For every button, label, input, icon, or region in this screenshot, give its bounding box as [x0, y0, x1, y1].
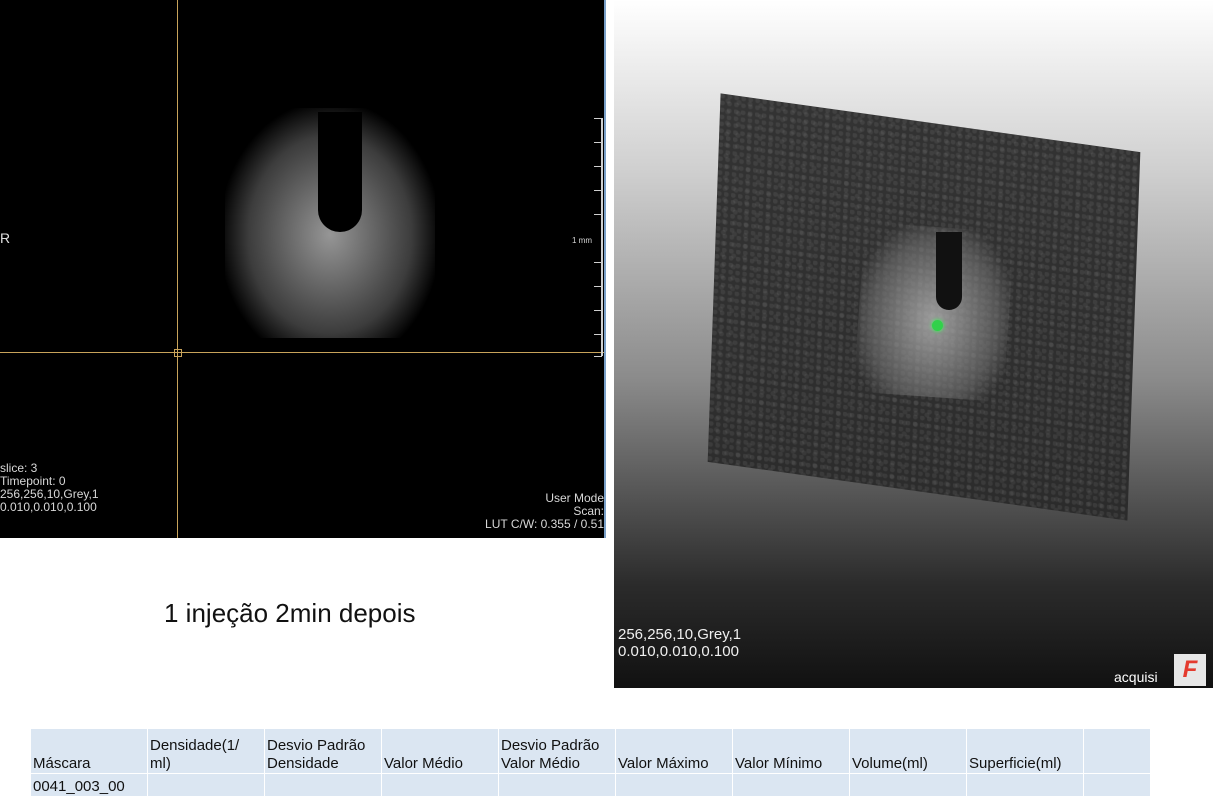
table-header-row: Máscara Densidade(1/ ml) Desvio Padrão D…	[30, 728, 1151, 774]
tissue-cavity-3d	[936, 232, 962, 310]
table-cell: 0041_003_00	[30, 773, 148, 797]
figure-caption: 1 injeção 2min depois	[164, 598, 416, 628]
scale-tick	[594, 190, 602, 191]
column-header: Máscara	[30, 728, 148, 774]
column-header: Desvio Padrão Densidade	[264, 728, 382, 774]
viewer-border	[604, 0, 610, 538]
orientation-label: R	[0, 230, 11, 246]
app-logo-icon: F	[1174, 654, 1206, 686]
table-cell	[966, 773, 1084, 797]
scale-tick	[594, 118, 602, 119]
table-cell	[1083, 773, 1151, 797]
column-header: Valor Médio	[381, 728, 499, 774]
scale-tick	[594, 310, 602, 311]
column-header	[1083, 728, 1151, 774]
voxel-spacing: 0.010,0.010,0.100	[0, 500, 97, 514]
table-cell	[732, 773, 850, 797]
marker-point[interactable]	[932, 320, 943, 331]
lut-window: LUT C/W: 0.355 / 0.51	[485, 517, 604, 531]
column-header: Valor Máximo	[615, 728, 733, 774]
table-cell	[498, 773, 616, 797]
crosshair-center-handle[interactable]	[174, 349, 182, 357]
scale-tick	[594, 166, 602, 167]
crosshair-horizontal[interactable]	[0, 352, 604, 353]
scale-tick	[594, 356, 602, 357]
slice-viewer-2d[interactable]: 1 mm R slice: 3 Timepoint: 0 256,256,10,…	[0, 0, 610, 538]
scale-label: 1 mm	[572, 236, 592, 245]
table-row: 0041_003_00	[30, 773, 1151, 797]
column-header: Volume(ml)	[849, 728, 967, 774]
column-header: Valor Mínimo	[732, 728, 850, 774]
voxel-spacing-3d: 0.010,0.010,0.100	[618, 643, 739, 660]
overlay-info-3d: 256,256,10,Grey,1 0.010,0.010,0.100	[618, 626, 741, 660]
column-header: Densidade(1/ ml)	[147, 728, 265, 774]
measurements-table: Máscara Densidade(1/ ml) Desvio Padrão D…	[30, 728, 1151, 797]
image-dims-3d: 256,256,10,Grey,1	[618, 626, 742, 643]
volume-viewer-3d[interactable]: 256,256,10,Grey,1 0.010,0.010,0.100 acqu…	[614, 0, 1213, 688]
scale-tick	[594, 214, 602, 215]
tissue-volume-image	[853, 221, 1015, 403]
scale-tick	[594, 286, 602, 287]
crosshair-vertical[interactable]	[177, 0, 178, 538]
scale-tick	[594, 334, 602, 335]
table-cell	[381, 773, 499, 797]
scale-tick	[594, 142, 602, 143]
scale-bar	[601, 118, 603, 356]
table-cell	[615, 773, 733, 797]
tissue-cavity	[318, 112, 362, 232]
column-header: Superficie(ml)	[966, 728, 1084, 774]
scale-tick	[594, 262, 602, 263]
table-cell	[264, 773, 382, 797]
column-header: Desvio Padrão Valor Médio	[498, 728, 616, 774]
overlay-info-left: slice: 3 Timepoint: 0 256,256,10,Grey,1 …	[0, 462, 99, 514]
table-cell	[849, 773, 967, 797]
acquisition-label: acquisi	[1114, 669, 1158, 685]
overlay-info-right: User Mode Scan: LUT C/W: 0.355 / 0.51	[485, 492, 604, 531]
table-cell	[147, 773, 265, 797]
